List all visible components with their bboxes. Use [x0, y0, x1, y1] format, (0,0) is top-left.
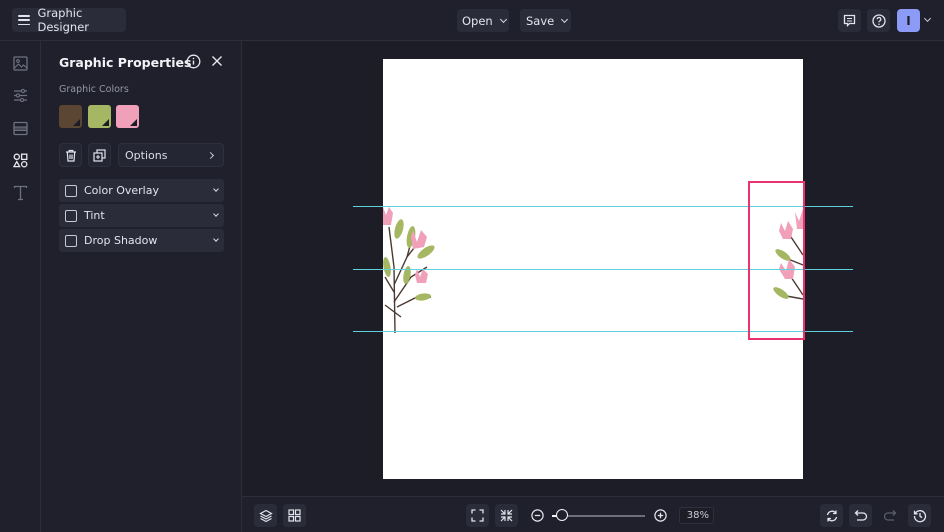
layout-icon — [13, 121, 28, 136]
bottom-toolbar: 38% — [242, 496, 944, 532]
rail-item-graphics[interactable] — [12, 152, 29, 169]
rail-item-text[interactable] — [12, 184, 29, 201]
refresh-button[interactable] — [820, 504, 843, 527]
chevron-down-icon[interactable] — [213, 186, 219, 192]
save-button[interactable]: Save — [520, 9, 571, 32]
color-overlay-checkbox[interactable] — [65, 184, 77, 197]
panel-title: Graphic Properties — [59, 55, 192, 70]
image-icon — [13, 56, 28, 71]
save-label: Save — [526, 13, 555, 28]
zoom-in-icon[interactable] — [654, 509, 667, 522]
close-icon[interactable] — [211, 55, 223, 67]
grid-icon — [288, 509, 301, 522]
options-label: Options — [125, 148, 168, 162]
delete-button[interactable] — [59, 143, 82, 167]
color-swatch-brown[interactable] — [59, 105, 82, 128]
zoom-out-icon[interactable] — [531, 509, 544, 522]
open-button[interactable]: Open — [457, 9, 509, 32]
undo-button[interactable] — [849, 504, 872, 527]
color-swatch-pink[interactable] — [116, 105, 139, 128]
chevron-down-icon[interactable] — [213, 211, 219, 217]
info-icon[interactable] — [186, 54, 201, 69]
tint-label: Tint — [84, 209, 105, 222]
text-icon — [13, 185, 28, 200]
chevron-right-icon — [206, 151, 215, 159]
shrink-button[interactable] — [495, 504, 518, 527]
fit-to-screen-button[interactable] — [466, 504, 489, 527]
floral-graphic-left[interactable] — [383, 207, 443, 335]
layers-icon — [258, 509, 273, 522]
trash-icon — [65, 149, 76, 162]
user-avatar[interactable]: I — [897, 9, 920, 32]
rail-item-layout[interactable] — [12, 120, 29, 137]
duplicate-button[interactable] — [88, 143, 111, 167]
drop-shadow-label: Drop Shadow — [84, 234, 158, 247]
swatch-corner-icon — [73, 119, 80, 126]
chevron-down-icon — [499, 15, 507, 23]
zoom-level-field[interactable]: 38% — [679, 507, 714, 524]
open-label: Open — [462, 13, 493, 28]
workspace — [242, 41, 944, 496]
tool-rail — [0, 41, 41, 532]
comments-button[interactable] — [838, 9, 861, 32]
undo-icon — [854, 510, 867, 521]
swatch-corner-icon — [130, 119, 137, 126]
color-overlay-row[interactable]: Color Overlay — [59, 179, 224, 202]
graphic-properties-panel: Graphic Properties Graphic Colors Option… — [41, 41, 242, 532]
refresh-icon — [826, 510, 837, 521]
top-bar: Graphic Designer Open Save I — [0, 0, 944, 41]
zoom-slider-track[interactable] — [560, 515, 645, 517]
sliders-icon — [14, 88, 27, 103]
menu-icon — [18, 15, 30, 25]
redo-icon — [883, 510, 896, 521]
comment-icon — [843, 14, 856, 27]
drop-shadow-checkbox[interactable] — [65, 234, 77, 247]
history-icon — [913, 509, 926, 522]
expand-icon — [471, 509, 484, 522]
tint-row[interactable]: Tint — [59, 204, 224, 227]
selection-box[interactable] — [748, 181, 805, 340]
grid-button[interactable] — [283, 504, 306, 527]
tint-checkbox[interactable] — [65, 209, 77, 222]
app-title: Graphic Designer — [37, 6, 90, 34]
rail-item-image[interactable] — [12, 55, 29, 72]
duplicate-icon — [93, 148, 106, 162]
zoom-slider-handle[interactable] — [556, 509, 568, 521]
help-button[interactable] — [867, 9, 890, 32]
help-icon — [871, 13, 886, 28]
shapes-icon — [13, 153, 28, 168]
account-chevron-icon[interactable] — [923, 14, 932, 23]
chevron-down-icon — [561, 15, 569, 23]
app-menu-button[interactable]: Graphic Designer — [12, 6, 126, 34]
layers-button[interactable] — [254, 504, 277, 527]
rail-item-adjustments[interactable] — [12, 87, 29, 104]
graphic-colors-label: Graphic Colors — [59, 84, 129, 95]
options-button[interactable]: Options — [118, 143, 224, 167]
redo-button[interactable] — [878, 504, 901, 527]
swatch-corner-icon — [102, 119, 109, 126]
color-swatch-green[interactable] — [88, 105, 111, 128]
color-overlay-label: Color Overlay — [84, 184, 159, 197]
chevron-down-icon[interactable] — [213, 236, 219, 242]
shrink-icon — [500, 509, 513, 522]
drop-shadow-row[interactable]: Drop Shadow — [59, 229, 224, 252]
history-button[interactable] — [908, 504, 931, 527]
